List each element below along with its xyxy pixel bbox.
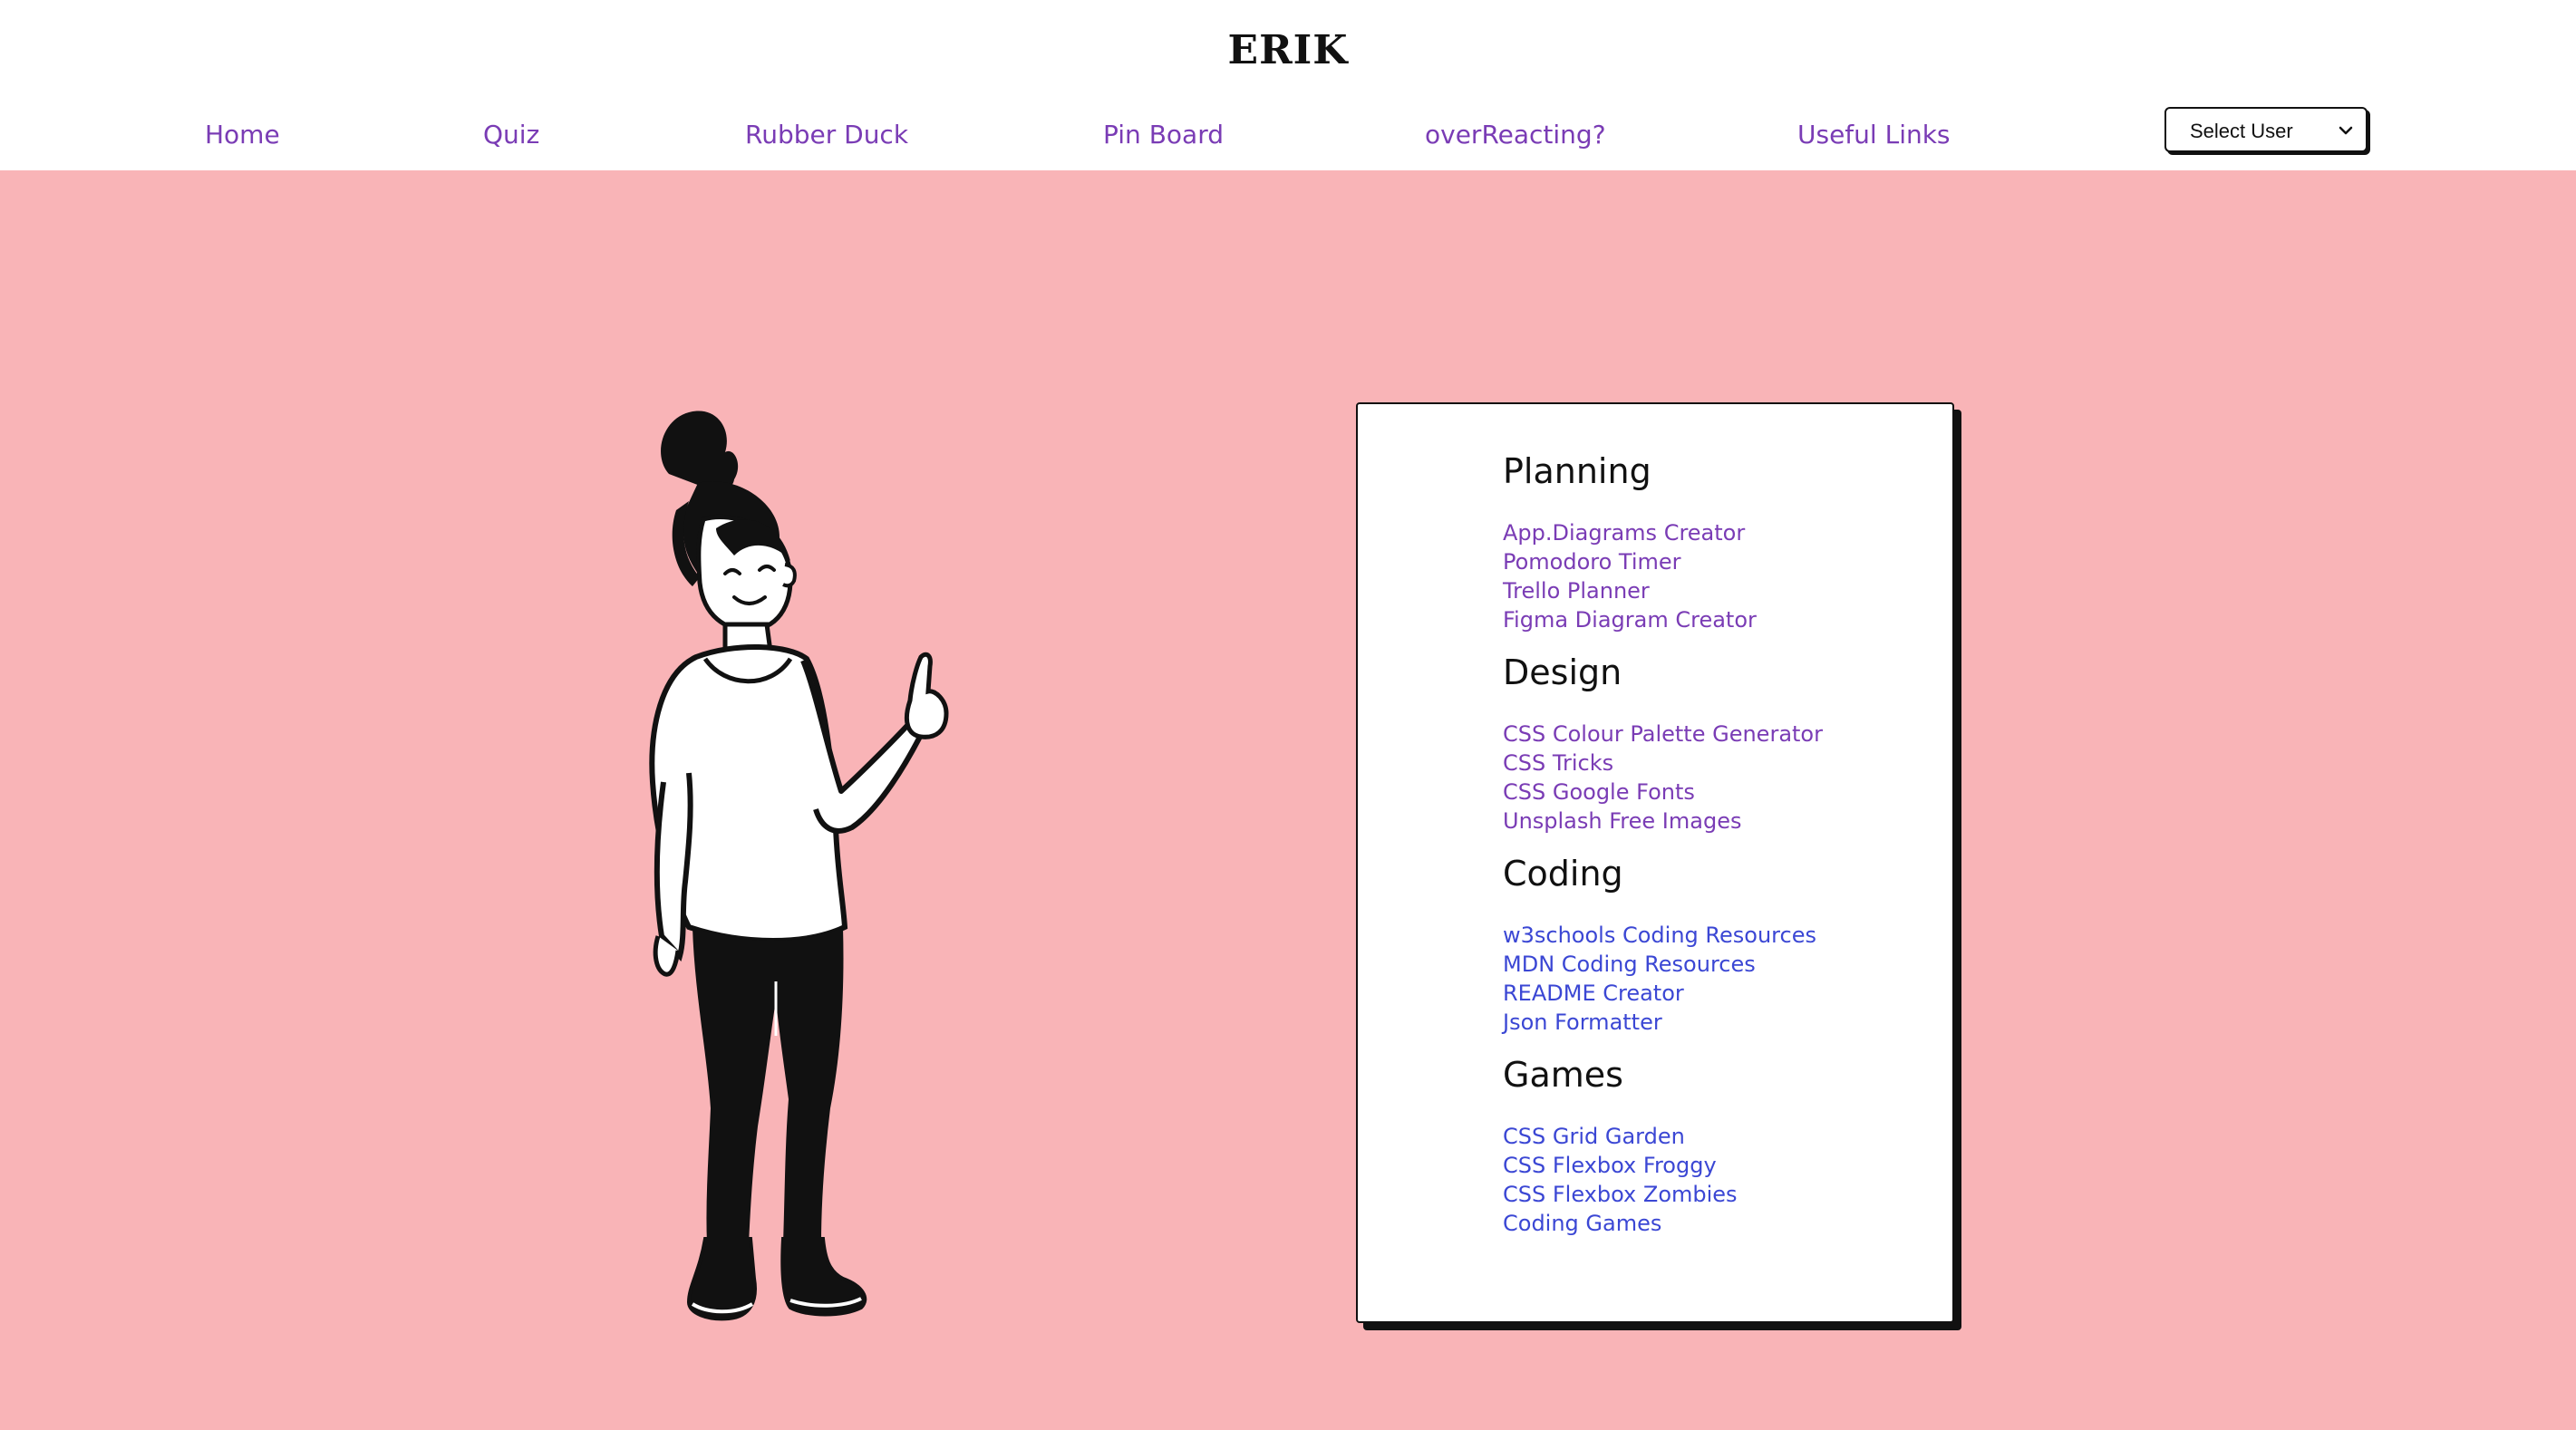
nav-link-overreacting[interactable]: overReacting? [1425,120,1606,150]
nav-link-home[interactable]: Home [205,120,280,150]
link-css-tricks[interactable]: CSS Tricks [1503,749,1938,778]
link-w3schools[interactable]: w3schools Coding Resources [1503,921,1938,950]
link-css-grid-garden[interactable]: CSS Grid Garden [1503,1122,1938,1151]
sweater-icon [649,644,949,977]
link-mdn[interactable]: MDN Coding Resources [1503,950,1938,979]
section-heading: Planning [1503,451,1651,491]
link-flexbox-froggy[interactable]: CSS Flexbox Froggy [1503,1151,1938,1180]
link-pomodoro-timer[interactable]: Pomodoro Timer [1503,547,1938,576]
links-section-coding: Coding w3schools Coding Resources MDN Co… [1503,854,1938,1037]
nav-link-pin-board[interactable]: Pin Board [1103,120,1224,150]
main-content: Planning App.Diagrams Creator Pomodoro T… [0,170,2576,1430]
site-logo[interactable]: ERIK [0,27,2576,73]
links-section-games: Games CSS Grid Garden CSS Flexbox Froggy… [1503,1055,1938,1238]
user-select-value: Select User [2190,120,2293,142]
link-css-colour-palette[interactable]: CSS Colour Palette Generator [1503,720,1938,749]
nav-link-quiz[interactable]: Quiz [483,120,539,150]
nav-link-useful-links[interactable]: Useful Links [1797,120,1951,150]
useful-links-card: Planning App.Diagrams Creator Pomodoro T… [1356,402,1954,1323]
person-pointing-illustration [649,411,949,1321]
useful-links-list: Planning App.Diagrams Creator Pomodoro T… [1503,451,1938,1256]
link-flexbox-zombies[interactable]: CSS Flexbox Zombies [1503,1180,1938,1209]
link-json-formatter[interactable]: Json Formatter [1503,1008,1938,1037]
links-section-planning: Planning App.Diagrams Creator Pomodoro T… [1503,451,1938,634]
link-trello-planner[interactable]: Trello Planner [1503,576,1938,605]
pants-icon [692,927,844,1244]
section-heading: Design [1503,652,1622,692]
link-figma-diagram[interactable]: Figma Diagram Creator [1503,605,1938,634]
link-css-google-fonts[interactable]: CSS Google Fonts [1503,778,1938,807]
link-unsplash[interactable]: Unsplash Free Images [1503,807,1938,836]
shoes-icon [686,1237,867,1321]
user-select[interactable]: Select User [2164,107,2368,152]
chevron-down-icon [2339,126,2353,135]
face-icon [696,514,797,633]
section-heading: Games [1503,1055,1623,1095]
link-readme-creator[interactable]: README Creator [1503,979,1938,1008]
nav-link-rubber-duck[interactable]: Rubber Duck [745,120,908,150]
link-app-diagrams[interactable]: App.Diagrams Creator [1503,518,1938,547]
site-header: ERIK Home Quiz Rubber Duck Pin Board ove… [0,0,2576,170]
links-section-design: Design CSS Colour Palette Generator CSS … [1503,652,1938,836]
link-coding-games[interactable]: Coding Games [1503,1209,1938,1238]
section-heading: Coding [1503,854,1623,894]
